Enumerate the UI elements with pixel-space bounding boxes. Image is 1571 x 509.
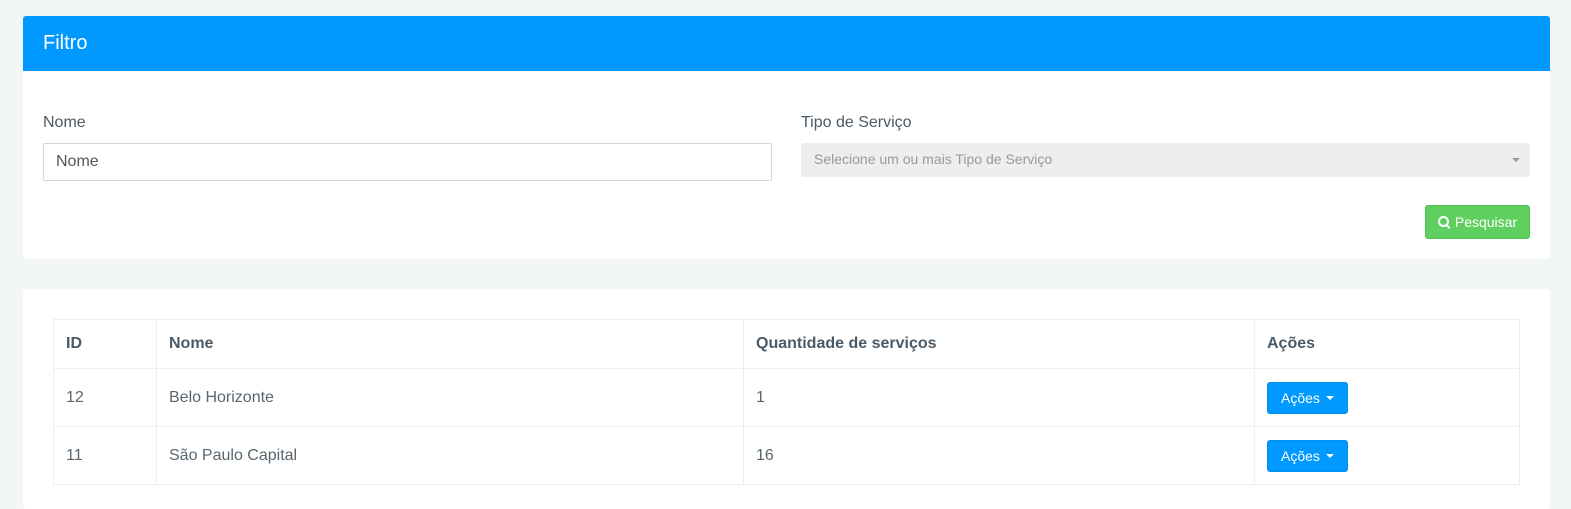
search-button-label: Pesquisar — [1454, 214, 1518, 230]
cell-acoes: Ações — [1254, 368, 1520, 427]
cell-id: 11 — [53, 426, 157, 485]
header-id: ID — [53, 319, 157, 369]
caret-down-icon — [1325, 395, 1334, 400]
header-acoes: Ações — [1254, 319, 1520, 369]
service-type-label: Tipo de Serviço — [801, 114, 912, 131]
filter-title: Filtro — [23, 16, 1550, 71]
cell-quantidade: 1 — [743, 368, 1255, 427]
header-quantidade: Quantidade de serviços — [743, 319, 1255, 369]
service-type-placeholder: Selecione um ou mais Tipo de Serviço — [814, 151, 1053, 167]
actions-dropdown-button[interactable]: Ações — [1267, 381, 1348, 414]
caret-down-icon — [1325, 453, 1334, 458]
actions-button-label: Ações — [1281, 447, 1320, 464]
results-panel: ID Nome Quantidade de serviços Ações 12 … — [23, 289, 1550, 509]
cell-quantidade: 16 — [743, 426, 1255, 485]
filter-panel: Filtro Nome Tipo de Serviço Selecione um… — [23, 16, 1550, 259]
chevron-down-icon — [1512, 158, 1520, 162]
actions-button-label: Ações — [1281, 389, 1320, 406]
name-label: Nome — [43, 114, 86, 131]
search-button[interactable]: Pesquisar — [1425, 205, 1530, 239]
search-icon — [1437, 215, 1451, 229]
service-type-select[interactable]: Selecione um ou mais Tipo de Serviço — [801, 143, 1530, 177]
cell-acoes: Ações — [1254, 426, 1520, 485]
cell-nome: São Paulo Capital — [156, 426, 744, 485]
cell-id: 12 — [53, 368, 157, 427]
table-row: 12 Belo Horizonte 1 Ações — [53, 368, 1520, 427]
results-table: ID Nome Quantidade de serviços Ações 12 … — [53, 319, 1520, 485]
name-input[interactable] — [43, 143, 772, 181]
cell-nome: Belo Horizonte — [156, 368, 744, 427]
actions-dropdown-button[interactable]: Ações — [1267, 439, 1348, 472]
header-nome: Nome — [156, 319, 744, 369]
table-header-row: ID Nome Quantidade de serviços Ações — [53, 319, 1520, 369]
table-row: 11 São Paulo Capital 16 Ações — [53, 426, 1520, 485]
